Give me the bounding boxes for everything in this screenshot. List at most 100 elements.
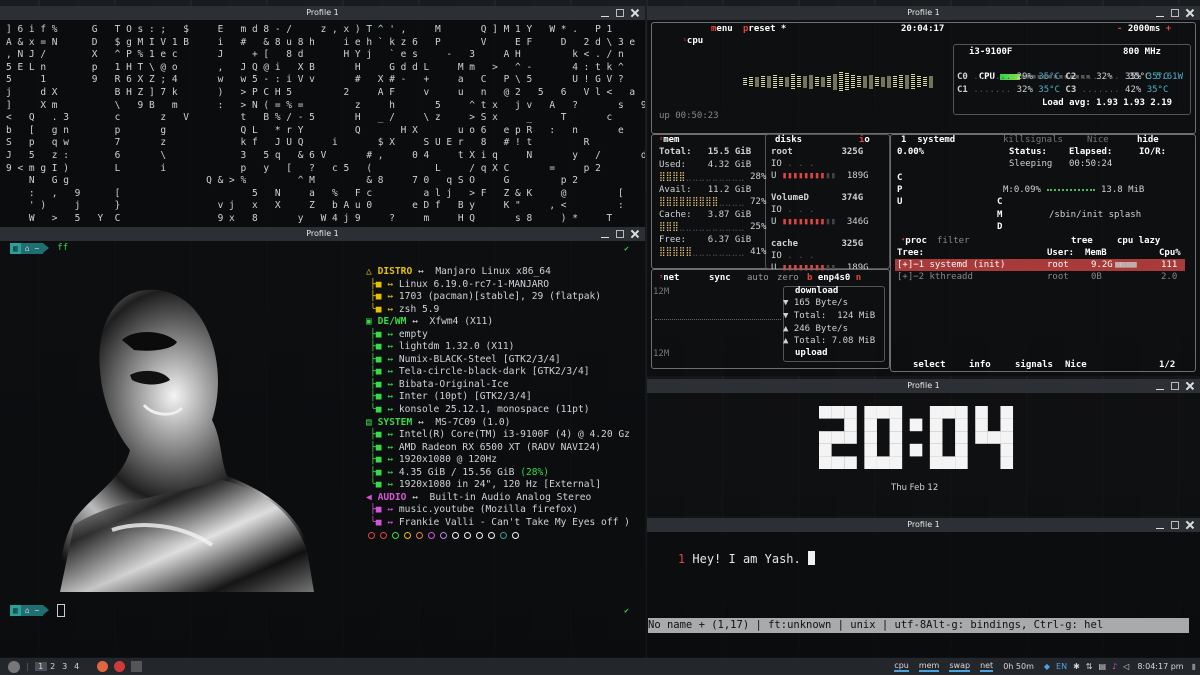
window-titlebar[interactable]: Profile 1 [647,6,1200,20]
editor-pane[interactable]: Profile 1 1 Hey! I am Yash. [647,518,1200,657]
proc-info-button[interactable]: info [969,359,991,371]
tab-preset[interactable]: preset * [743,23,786,35]
firefox-launcher-icon[interactable] [96,661,108,672]
show-desktop-button[interactable]: ▮ [1192,662,1196,671]
terminal-launcher-icon[interactable] [130,661,142,672]
line-number: 1 [677,552,686,566]
shell-prompt-2: ▥ ⌂ ~ [10,603,66,617]
net-sync-toggle[interactable]: sync [709,272,731,284]
app-launcher-icon[interactable] [113,661,125,672]
proc-hide-button[interactable]: hide [1137,134,1159,146]
editor-cursor [807,551,815,565]
bluetooth-icon[interactable]: ✱ [1073,662,1080,671]
notification-icon[interactable]: ◆ [1044,662,1050,671]
keyboard-layout[interactable]: EN [1056,662,1067,671]
tab-menu[interactable]: menu [711,23,733,35]
btop-pane[interactable]: Profile 1 ¹cpu menu preset * 20:04:17 - … [647,6,1200,376]
cpu-graph-mark [743,84,747,85]
monitor-cpu[interactable]: cpu [894,661,909,672]
text-cursor[interactable] [57,603,66,617]
network-icon[interactable]: ⇅ [1086,662,1093,671]
clock-pane[interactable]: Profile 1 Thu Feb 12 [647,379,1200,516]
monitor-net[interactable]: net [980,661,994,672]
net-auto-toggle[interactable]: auto [747,272,769,284]
matrix-line: J 5 z : 6 \ 3 5 q & 6 V # , 0 4 t X i q … [6,149,645,161]
net-zero-toggle[interactable]: zero [777,272,799,284]
process-row[interactable]: [+]−1 systemd (init) root 9.2G ▦▦▦▦ 111 [895,259,1185,271]
proc-sort-cpu-lazy[interactable]: cpu lazy [1117,235,1160,247]
fastfetch-line: ├■ ↔ empty [366,329,630,342]
window-titlebar[interactable]: Profile 1 [647,518,1200,532]
close-icon[interactable] [631,9,639,17]
matrix-terminal-pane[interactable]: Profile 1 ] 6 i f % G T O s : ; $ E m d … [0,6,645,230]
tab-cpu[interactable]: cpu [687,36,703,46]
workspace-4[interactable]: 4 [71,662,83,671]
minimize-icon[interactable] [1156,9,1164,17]
start-menu-icon[interactable] [8,660,20,673]
minimize-icon[interactable] [1156,382,1164,390]
restore-icon[interactable] [616,9,624,17]
proc-select-button[interactable]: select [913,359,946,371]
disks-io-toggle[interactable]: io [859,134,870,146]
volume-icon[interactable]: ◁ [1123,662,1129,671]
minimize-icon[interactable] [601,230,609,238]
close-icon[interactable] [631,230,639,238]
process-row[interactable]: [+]−2 kthreadd root 0B 2.0 [895,271,1185,283]
cpu-graph-mark [905,77,909,79]
cpu-graph-mark [755,79,759,81]
window-titlebar[interactable]: Profile 1 [0,6,645,20]
cpu-graph-mark [827,86,831,87]
fastfetch-line: ╰■ ↔ 1920x1080 in 24", 120 Hz [External] [366,479,630,492]
net-interface[interactable]: b enp4s0 n [807,272,861,284]
proc-kill-button[interactable]: kill [1003,134,1025,146]
workspace-3[interactable]: 3 [59,662,71,671]
close-icon[interactable] [1186,9,1194,17]
system-monitor-labels[interactable]: cpu mem swap net [894,661,994,672]
monitor-swap[interactable]: swap [949,661,971,672]
disk-row: root 325G IO . . . U ▮▮▮▮▮▮▮▮▮▮ 189G [771,147,869,181]
cpu-graph-mark [887,86,891,88]
workspace-2[interactable]: 2 [47,662,59,671]
shell-prompt: ▥ ⌂ ~ ff [10,242,68,254]
restore-icon[interactable] [616,230,624,238]
cpu-graph-mark [887,84,891,86]
microphone-icon[interactable]: ♪ [1112,662,1117,671]
proc-tree-toggle[interactable]: tree [1071,235,1093,247]
item-value: Inter (10pt) [GTK2/3/4] [398,391,532,403]
update-interval[interactable]: - 2000ms + [1117,23,1171,35]
cpu-graph-mark [893,76,897,77]
taskbar-clock[interactable]: 8:04:17 pm [1137,662,1183,671]
proc-filter[interactable]: filter [937,235,970,247]
cpu-graph-mark [833,74,837,76]
minimize-icon[interactable] [601,9,609,17]
cpu-graph-mark [815,79,819,80]
window-titlebar[interactable]: Profile 1 [0,227,645,241]
restore-icon[interactable] [1171,382,1179,390]
proc-signals-button[interactable]: signals [1025,134,1063,146]
mem-stat-row: Total: 15.5 GiB [659,147,752,157]
cpu-graph-mark [761,82,765,83]
mem-bar-row: ⣿⣿⣿⣀⣀⣀⣀⣀⣀⣀⣀⣀⣀ 25% [659,222,767,232]
close-icon[interactable] [1186,382,1194,390]
fastfetch-terminal-pane[interactable]: Profile 1 ▥ ⌂ ~ ff ✔ △ DISTRO ↔ Manjaro … [0,227,645,657]
cpu-graph-mark [851,79,855,80]
proc-nice-button[interactable]: Nice [1087,134,1109,146]
monitor-mem[interactable]: mem [918,661,940,672]
proc-signals-footer-button[interactable]: signals [1015,359,1053,371]
palette-dot [380,532,387,539]
workspace-switcher[interactable]: 1234 [34,662,83,671]
minimize-icon[interactable] [1156,521,1164,529]
restore-icon[interactable] [1171,9,1179,17]
restore-icon[interactable] [1171,521,1179,529]
editor-line[interactable]: 1 Hey! I am Yash. [649,534,815,585]
cpu-graph-mark [851,87,855,88]
cpu-graph-mark [791,82,795,83]
tab-proc[interactable]: ⁴proc [901,235,927,247]
window-titlebar[interactable]: Profile 1 [647,379,1200,393]
editor-text[interactable]: Hey! I am Yash. [692,552,800,566]
close-icon[interactable] [1186,521,1194,529]
clipboard-icon[interactable]: ▤ [1099,662,1107,671]
section-value: ↔ MS-7C09 (1.0) [412,416,511,428]
proc-nice-footer-button[interactable]: Nice [1065,359,1087,371]
workspace-1[interactable]: 1 [34,662,47,671]
